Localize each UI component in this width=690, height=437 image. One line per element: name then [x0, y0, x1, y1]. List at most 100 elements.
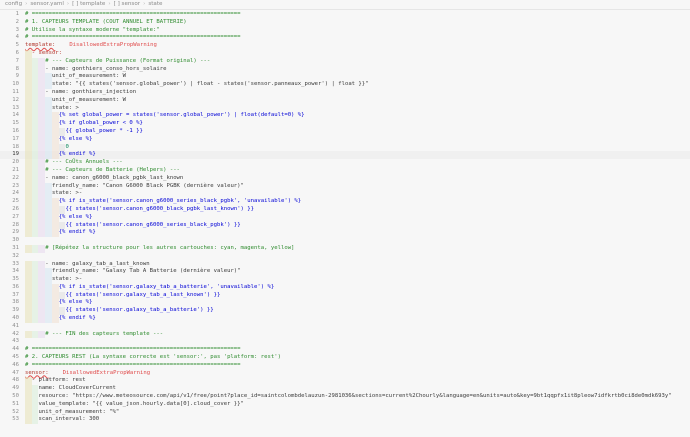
code-line[interactable]: 2 # 1. CAPTEURS TEMPLATE (COUT ANNUEL ET …: [0, 19, 690, 27]
indent-guide: [31, 315, 39, 323]
indent-guide: [45, 291, 52, 300]
code-line[interactable]: 31 # [Répétez la structure pour les autre…: [0, 244, 690, 253]
code-line[interactable]: 44 # ====================================…: [0, 346, 690, 354]
line-number: 13: [12, 104, 19, 111]
code-line[interactable]: 5 template: DisallowedExtraPropWarning: [0, 42, 690, 50]
indent-guide: [45, 73, 52, 82]
code-line[interactable]: 53 scan_interval: 300: [0, 416, 690, 425]
breadcrumb-item[interactable]: sensor.yaml: [30, 0, 64, 9]
line-number: 46: [12, 361, 19, 368]
code-line[interactable]: 37 {{ states('sensor.galaxy_tab_a_last_kn…: [0, 291, 690, 300]
indent-guide: [25, 416, 32, 425]
code-line[interactable]: 25 {% if is_state('sensor.canon_g6000_ser…: [0, 198, 690, 206]
code-line[interactable]: 32: [0, 253, 690, 261]
line-number: 18: [12, 143, 19, 150]
code-content: {{ states('sensor.canon_g6000_black_pgbk…: [20, 205, 254, 214]
code-line[interactable]: 7 # --- Capteurs de Puissance (Format ori…: [0, 57, 690, 66]
indent-guide: [45, 268, 52, 277]
line-number: 11: [12, 88, 19, 95]
code-line[interactable]: 20 # --- CoÛts Annuels ---: [0, 159, 690, 167]
code-line[interactable]: 15 {% if global_power < 0 %}: [0, 120, 690, 128]
indent-guide: [38, 151, 46, 160]
line-number: 40: [12, 315, 19, 322]
breadcrumb-item[interactable]: [ ] template: [72, 0, 105, 9]
code-line[interactable]: 26 {{ states('sensor.canon_g6000_black_pg…: [0, 205, 690, 214]
indent-guide: [38, 182, 46, 191]
indent-guide: [25, 291, 32, 300]
code-line[interactable]: 23 friendly_name: "Canon G6000 Black PGBK…: [0, 182, 690, 191]
code-line[interactable]: 30: [0, 237, 690, 245]
line-number: 34: [12, 268, 19, 275]
code-line[interactable]: 51 value_template: "{{ value_json.hourly.…: [0, 400, 690, 409]
code-line[interactable]: 17 {% else %}: [0, 135, 690, 144]
line-number: 21: [12, 166, 19, 173]
code-text: # 1. CAPTEURS TEMPLATE (COUT ANNUEL ET B…: [25, 18, 187, 25]
indent-guide: [31, 330, 39, 339]
code-content: {{ states('sensor.canon_g6000_series_bla…: [20, 221, 241, 230]
indent-guide: [38, 307, 46, 316]
code-line[interactable]: 45 # 2. CAPTEURS REST (La syntaxe correct…: [0, 354, 690, 362]
code-line[interactable]: 39 {{ states('sensor.galaxy_tab_a_batteri…: [0, 307, 690, 316]
breadcrumb-item[interactable]: config: [5, 0, 22, 9]
code-line[interactable]: 42 # --- FIN des capteurs template ---: [0, 330, 690, 339]
line-number: 15: [12, 120, 19, 127]
breadcrumb-item[interactable]: [ ] sensor: [114, 0, 140, 9]
indent-guide: [31, 151, 39, 160]
code-line[interactable]: 34 friendly_name: "Galaxy Tab A Batterie …: [0, 268, 690, 277]
code-line[interactable]: 11 - name: gonthiers_injection: [0, 88, 690, 97]
code-line[interactable]: 50 resource: "https://www.meteosource.com…: [0, 393, 690, 401]
code-line[interactable]: 36 {% if is_state('sensor.galaxy_tab_a_ba…: [0, 283, 690, 292]
indent-guide: [31, 291, 39, 300]
code-line[interactable]: 12 unit_of_measurement: W: [0, 96, 690, 105]
indent-guide: [31, 307, 39, 316]
code-line[interactable]: 21 # --- Capteurs de Batterie (Helpers) -…: [0, 166, 690, 175]
code-line[interactable]: 1 # =====================================…: [0, 11, 690, 19]
code-line[interactable]: 49 name: CloudCoverCurrent: [0, 385, 690, 394]
code-line[interactable]: 28 {{ states('sensor.canon_g6000_series_b…: [0, 221, 690, 230]
code-content: {{ states('sensor.galaxy_tab_a_last_know…: [20, 291, 220, 300]
code-line[interactable]: 41: [0, 323, 690, 331]
indent-guide: [51, 198, 59, 206]
code-line[interactable]: 46 # ====================================…: [0, 362, 690, 370]
indent-guide: [25, 127, 32, 136]
code-line[interactable]: 40 {% endif %}: [0, 315, 690, 323]
indent-guide: [25, 299, 32, 308]
indent-guide: [25, 283, 32, 292]
code-line[interactable]: 14 {% set global_power = states('sensor.g…: [0, 112, 690, 121]
code-line[interactable]: 27 {% else %}: [0, 213, 690, 222]
code-line[interactable]: 9 unit_of_measurement: W: [0, 73, 690, 82]
warning-label[interactable]: DisallowedExtraPropWarning: [69, 42, 157, 48]
code-text: resource: "https://www.meteosource.com/a…: [38, 393, 672, 400]
line-number: 39: [12, 307, 19, 314]
code-line[interactable]: 18 0: [0, 143, 690, 152]
code-line[interactable]: 47 sensor: DisallowedExtraPropWarning: [0, 370, 690, 378]
indent-guide: [38, 205, 46, 214]
indent-guide: [45, 112, 52, 121]
code-content: # 2. CAPTEURS REST (La syntaxe correcte …: [20, 354, 281, 362]
code-text: sensor:: [25, 369, 49, 376]
code-line[interactable]: 6 - sensor:: [0, 49, 690, 58]
warning-label[interactable]: DisallowedExtraPropWarning: [63, 370, 151, 376]
code-line[interactable]: 24 state: >-: [0, 190, 690, 199]
code-line[interactable]: 19 {% endif %}: [0, 151, 690, 160]
indent-guide: [45, 315, 52, 323]
code-text: # --- FIN des capteurs template ---: [45, 330, 164, 337]
indent-guide: [51, 213, 59, 222]
indent-guide: [31, 159, 39, 167]
code-editor[interactable]: 1 # =====================================…: [0, 10, 690, 425]
code-content: resource: "https://www.meteosource.com/a…: [20, 393, 672, 401]
code-line[interactable]: 29 {% endif %}: [0, 229, 690, 238]
code-content: scan_interval: 300: [20, 416, 99, 425]
breadcrumb-item[interactable]: state: [148, 0, 162, 9]
line-number: 33: [12, 260, 19, 267]
code-line[interactable]: 35 state: >-: [0, 276, 690, 284]
code-line[interactable]: 52 unit_of_measurement: "%": [0, 408, 690, 417]
indent-guide: [25, 151, 32, 160]
indent-guide: [38, 135, 46, 144]
code-line[interactable]: 16 {{ global_power * -1 }}: [0, 127, 690, 136]
line-number: 1: [15, 11, 19, 17]
code-line[interactable]: 10 state: "{{ states('sensor.global_power…: [0, 81, 690, 89]
code-content: friendly_name: "Galaxy Tab A Batterie (d…: [20, 268, 241, 277]
code-line[interactable]: 22 - name: canon_g6000_black_pgbk_last_kn…: [0, 174, 690, 183]
code-content: {% else %}: [20, 213, 92, 222]
